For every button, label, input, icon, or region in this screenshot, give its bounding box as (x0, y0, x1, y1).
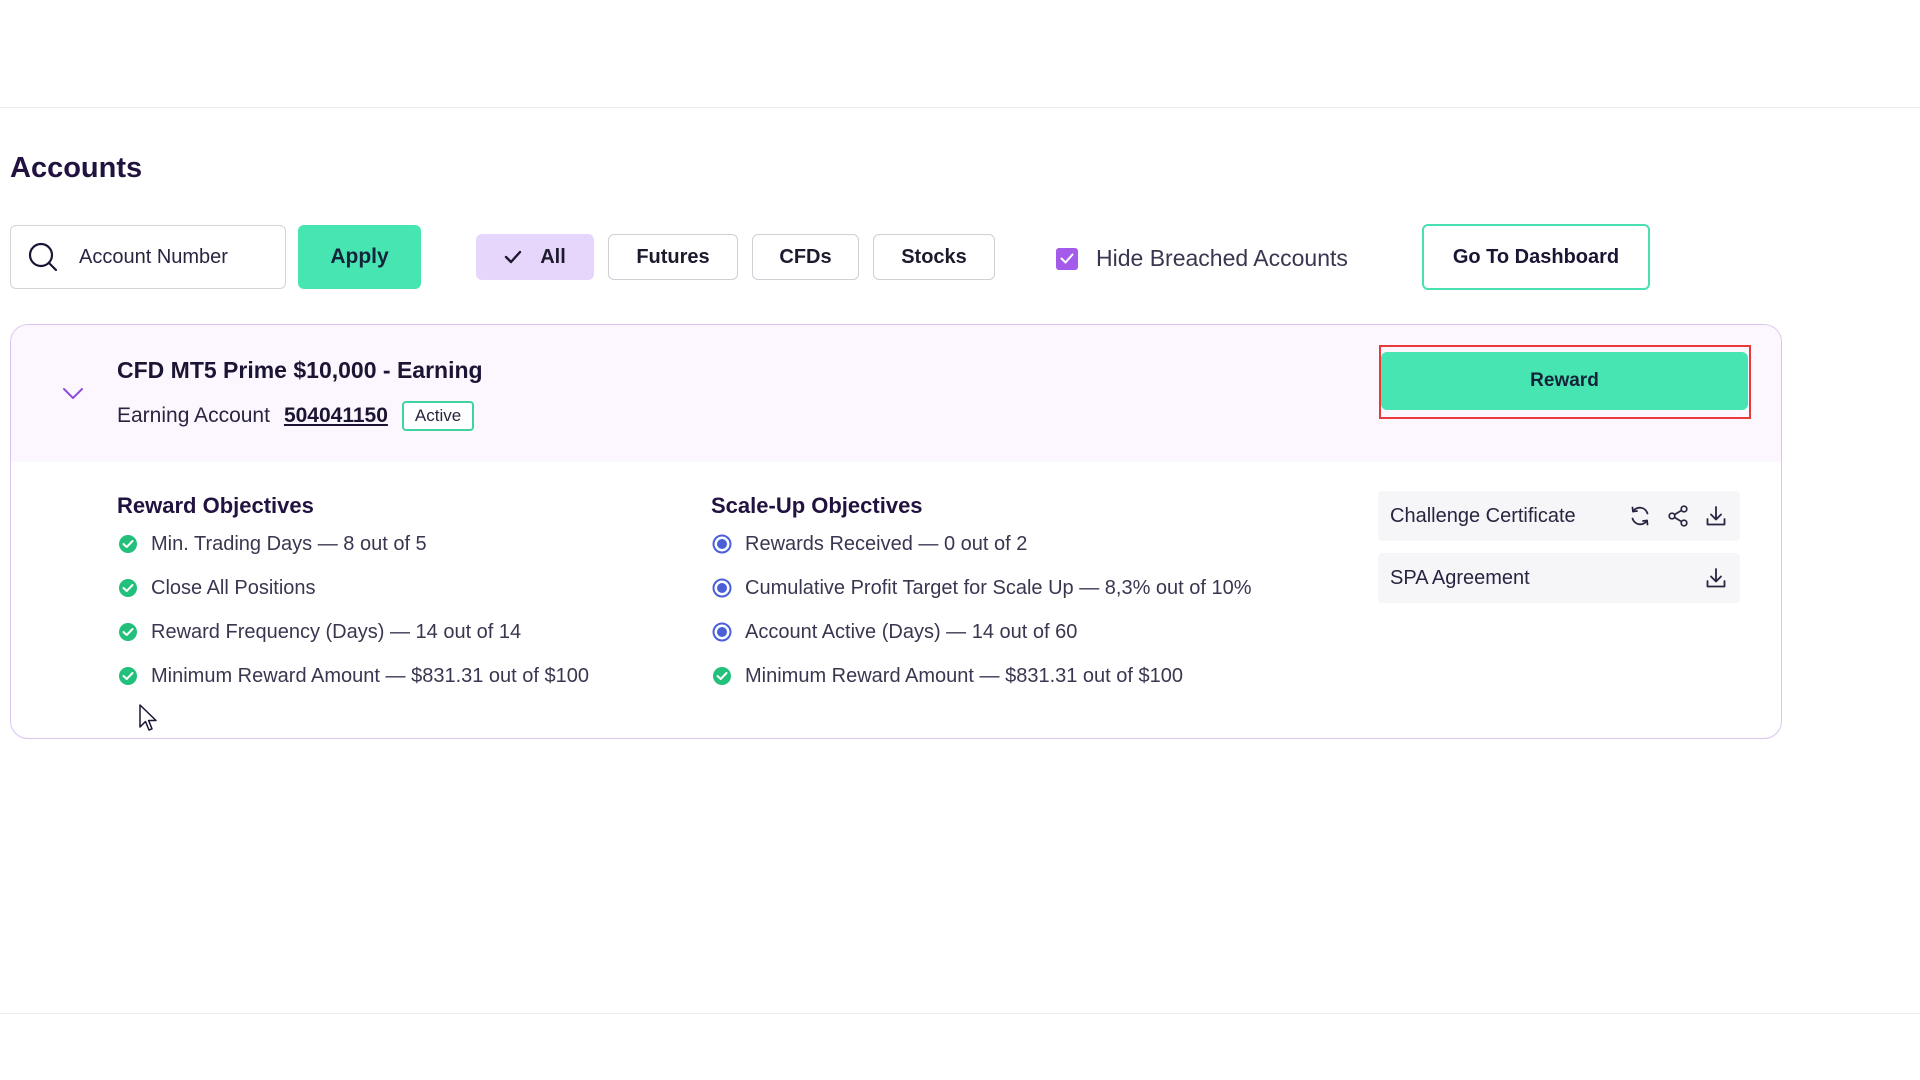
account-number-input[interactable] (79, 245, 269, 269)
share-icon[interactable] (1666, 504, 1690, 528)
objective-text: Reward Frequency (Days) — 14 out of 14 (151, 620, 522, 643)
tab-futures-label: Futures (636, 245, 710, 268)
objective-item: Cumulative Profit Target for Scale Up — … (712, 566, 1252, 610)
account-subtitle: Earning Account 504041150 Active (117, 401, 475, 431)
check-circle-icon (119, 667, 137, 685)
objective-item: Reward Frequency (Days) — 14 out of 14 (118, 610, 589, 654)
objective-item: Account Active (Days) — 14 out of 60 (712, 610, 1252, 654)
hide-breached-toggle[interactable]: Hide Breached Accounts (1056, 245, 1348, 272)
objective-item: Rewards Received — 0 out of 2 (712, 522, 1252, 566)
tab-cfds[interactable]: CFDs (752, 234, 859, 280)
tab-all-label: All (540, 245, 566, 268)
reward-objectives-list: Min. Trading Days — 8 out of 5 Close All… (118, 522, 589, 698)
download-icon[interactable] (1704, 566, 1728, 590)
mouse-cursor-icon (139, 704, 157, 731)
document-actions (1628, 504, 1728, 528)
objective-text: Cumulative Profit Target for Scale Up — … (745, 576, 1252, 599)
challenge-certificate-row: Challenge Certificate (1378, 491, 1740, 541)
objective-item: Minimum Reward Amount — $831.31 out of $… (712, 654, 1252, 698)
objective-text: Minimum Reward Amount — $831.31 out of $… (151, 664, 590, 687)
tab-all[interactable]: All (476, 234, 594, 280)
check-circle-icon (119, 623, 137, 641)
progress-circle-icon (712, 534, 732, 554)
progress-circle-icon (712, 622, 732, 642)
objective-text: Min. Trading Days — 8 out of 5 (151, 532, 427, 555)
objective-text: Rewards Received — 0 out of 2 (745, 532, 1028, 555)
footer-divider (0, 1013, 1920, 1014)
tab-futures[interactable]: Futures (608, 234, 738, 280)
document-label: SPA Agreement (1390, 566, 1530, 589)
chevron-down-icon (63, 388, 83, 399)
reward-button[interactable]: Reward (1381, 352, 1748, 410)
hide-breached-label: Hide Breached Accounts (1096, 245, 1348, 271)
go-to-dashboard-button[interactable]: Go To Dashboard (1422, 224, 1650, 290)
objective-item: Close All Positions (118, 566, 589, 610)
objective-item: Min. Trading Days — 8 out of 5 (118, 522, 589, 566)
check-circle-icon (713, 667, 731, 685)
objective-item: Minimum Reward Amount — $831.31 out of $… (118, 654, 589, 698)
top-bar (0, 0, 1920, 108)
page-title: Accounts (10, 152, 143, 184)
objective-text: Account Active (Days) — 14 out of 60 (745, 620, 1078, 643)
document-label: Challenge Certificate (1390, 504, 1576, 527)
refresh-icon[interactable] (1628, 504, 1652, 528)
tab-cfds-label: CFDs (779, 245, 832, 268)
account-card-header: CFD MT5 Prime $10,000 - Earning Earning … (11, 325, 1781, 462)
collapse-toggle[interactable] (59, 380, 87, 408)
status-badge: Active (401, 401, 475, 431)
spa-agreement-row: SPA Agreement (1378, 553, 1740, 603)
document-actions (1704, 566, 1728, 590)
tab-stocks[interactable]: Stocks (873, 234, 995, 280)
objective-text: Minimum Reward Amount — $831.31 out of $… (745, 664, 1184, 687)
search-icon (28, 242, 58, 272)
checkmark-icon (1060, 253, 1074, 264)
reward-objectives-title: Reward Objectives (117, 493, 314, 518)
progress-circle-icon (712, 578, 732, 598)
account-number-link[interactable]: 504041150 (284, 404, 388, 428)
check-circle-icon (119, 535, 137, 553)
hide-breached-checkbox[interactable] (1056, 247, 1078, 270)
check-icon (505, 250, 522, 264)
tab-stocks-label: Stocks (901, 245, 967, 268)
objective-text: Close All Positions (151, 576, 316, 599)
scaleup-objectives-list: Rewards Received — 0 out of 2 Cumulative… (712, 522, 1252, 698)
account-card: CFD MT5 Prime $10,000 - Earning Earning … (10, 324, 1782, 739)
account-type-label: Earning Account (117, 404, 270, 427)
download-icon[interactable] (1704, 504, 1728, 528)
check-circle-icon (119, 579, 137, 597)
scaleup-objectives-title: Scale-Up Objectives (711, 493, 923, 518)
account-search-box[interactable] (10, 225, 286, 289)
apply-button[interactable]: Apply (298, 225, 421, 289)
account-title: CFD MT5 Prime $10,000 - Earning (117, 357, 483, 383)
